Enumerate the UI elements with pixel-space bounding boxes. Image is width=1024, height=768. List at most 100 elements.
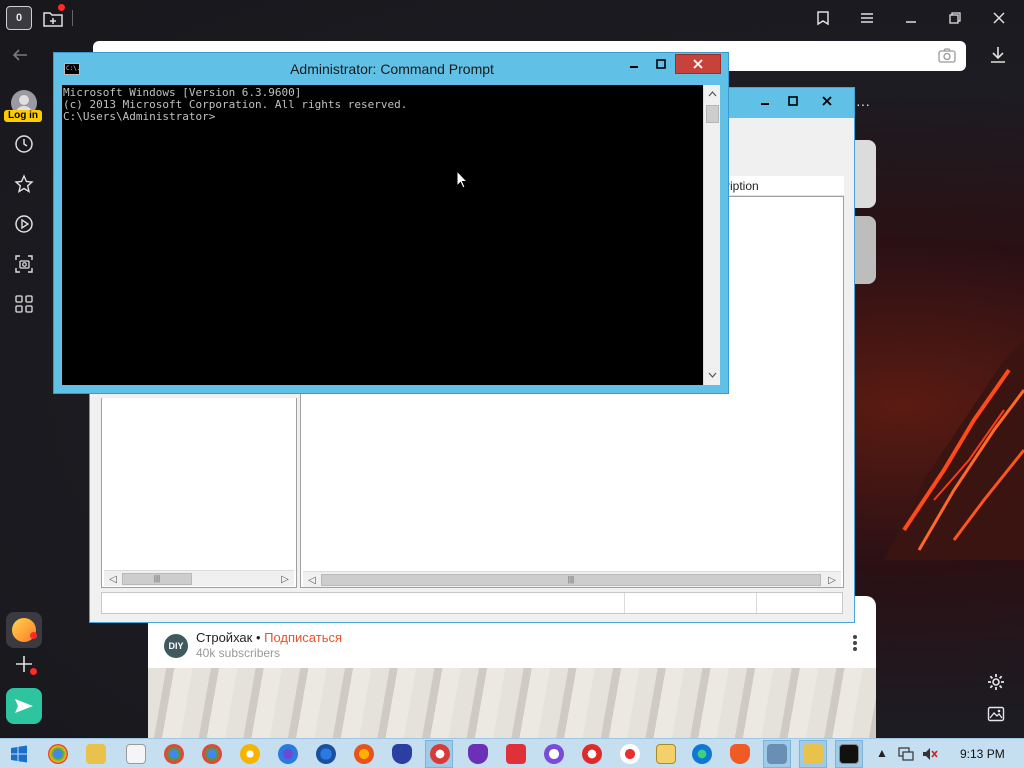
opera-gx-icon[interactable] (544, 744, 564, 764)
console-prompt[interactable]: C:\Users\Administrator> (63, 111, 702, 123)
close-browser-button[interactable] (984, 6, 1014, 30)
file-explorer-icon[interactable] (86, 744, 106, 764)
chrome-beta-icon[interactable] (164, 744, 184, 764)
history-button[interactable] (12, 132, 36, 156)
tor-browser-icon[interactable] (468, 744, 488, 764)
opera-icon[interactable] (582, 744, 602, 764)
chrome-icon[interactable] (48, 744, 68, 764)
window-close-button[interactable] (812, 92, 842, 110)
services-button[interactable] (12, 292, 36, 316)
column-header-description[interactable]: cription (720, 176, 844, 196)
browser-sidebar: Log in (0, 80, 48, 740)
firefox-nightly-icon[interactable] (278, 744, 298, 764)
brave-icon[interactable] (730, 744, 750, 764)
send-app-button[interactable] (6, 688, 42, 724)
volume-muted-icon[interactable] (922, 747, 938, 761)
command-prompt-window[interactable]: C:\. Administrator: Command Prompt Micro… (53, 52, 729, 394)
clock-time[interactable]: 9:13 PM (960, 747, 1005, 761)
hamburger-icon (861, 13, 873, 23)
browser-app-icon[interactable] (430, 744, 450, 764)
window-minimize-button[interactable] (750, 92, 780, 110)
send-icon (15, 699, 33, 713)
play-circle-icon (15, 215, 33, 233)
grid-icon (15, 295, 33, 313)
notepad-icon[interactable] (126, 744, 146, 764)
console-output[interactable]: Microsoft Windows [Version 6.3.9600] (c)… (62, 85, 703, 385)
tab-count: 0 (15, 12, 23, 24)
video-button[interactable] (12, 212, 36, 236)
status-divider (756, 593, 757, 613)
minimize-button[interactable] (896, 6, 926, 30)
status-divider (624, 593, 625, 613)
tree-hscrollbar[interactable]: ◁ ||| ▷ (104, 570, 294, 586)
restore-button[interactable] (940, 6, 970, 30)
login-button[interactable]: Log in (4, 110, 42, 122)
chrome-dev-icon[interactable] (202, 744, 222, 764)
scroll-up-arrow-icon[interactable] (705, 86, 720, 102)
channel-line: Стройхак • Подписаться (196, 630, 342, 645)
back-button[interactable] (12, 46, 28, 67)
scroll-left-arrow-icon[interactable]: ◁ (106, 572, 120, 586)
camera-icon (938, 48, 956, 63)
scroll-right-arrow-icon[interactable]: ▷ (825, 573, 839, 587)
vivaldi-icon[interactable] (506, 744, 526, 764)
clock-icon (15, 135, 33, 153)
video-thumbnail[interactable] (148, 668, 876, 738)
chrome-canary-icon[interactable] (240, 744, 260, 764)
zen-app-button[interactable] (6, 612, 42, 648)
console-vscrollbar[interactable] (703, 85, 720, 385)
tabs-home-button[interactable]: 0 (6, 6, 32, 30)
more-options-icon[interactable]: ··· (856, 96, 870, 112)
tray-overflow-icon[interactable]: ▲ (876, 746, 888, 760)
windows-start-icon[interactable] (10, 745, 28, 763)
bookmarks-panel-button[interactable] (808, 6, 838, 30)
card-menu-button[interactable] (852, 634, 858, 657)
scroll-down-arrow-icon[interactable] (705, 367, 720, 383)
scroll-left-arrow-icon[interactable]: ◁ (305, 573, 319, 587)
firefox-icon[interactable] (354, 744, 374, 764)
list-hscrollbar[interactable]: ◁ ||| ▷ (303, 571, 841, 587)
scroll-thumb[interactable] (706, 105, 719, 123)
zen-app-icon (12, 618, 37, 642)
scroll-right-arrow-icon[interactable]: ▷ (278, 572, 292, 586)
shield-browser-icon[interactable] (392, 744, 412, 764)
new-tab-button[interactable] (40, 4, 66, 30)
notification-dot (58, 4, 65, 11)
edge-icon[interactable] (692, 744, 712, 764)
minimize-icon (630, 66, 638, 68)
menu-button[interactable] (852, 6, 882, 30)
subscriber-count: 40k subscribers (196, 646, 281, 660)
sticky-folder-icon[interactable] (656, 744, 676, 764)
star-icon (14, 174, 34, 193)
browser-topbar: 0 (0, 0, 1024, 36)
window-maximize-button[interactable] (778, 92, 808, 110)
cmd-taskbar-icon[interactable] (839, 744, 859, 764)
volcano-wallpaper (844, 300, 1024, 560)
subscribe-link[interactable]: Подписаться (264, 630, 342, 645)
server-manager-icon[interactable] (767, 744, 787, 764)
settings-button[interactable] (984, 670, 1008, 694)
bookmarks-button[interactable] (12, 172, 36, 196)
add-notification-dot (30, 668, 37, 675)
scroll-thumb[interactable]: ||| (122, 573, 192, 585)
firefox-dev-icon[interactable] (316, 744, 336, 764)
explorer-window-icon[interactable] (803, 744, 823, 764)
scroll-thumb[interactable]: ||| (321, 574, 821, 586)
cmd-minimize-button[interactable] (621, 54, 647, 74)
wallpaper-button[interactable] (984, 702, 1008, 726)
gear-icon (988, 674, 1004, 690)
channel-name[interactable]: Стройхак (196, 630, 252, 645)
downloads-button[interactable] (990, 46, 1006, 69)
screenshot-button[interactable] (12, 252, 36, 276)
maximize-icon (788, 96, 798, 106)
cmd-maximize-button[interactable] (648, 54, 674, 74)
network-icon[interactable] (898, 747, 914, 761)
add-app-button[interactable] (12, 652, 37, 676)
tree-pane[interactable]: ◁ ||| ▷ (101, 398, 297, 588)
yandex-browser-icon[interactable] (620, 744, 640, 764)
minimize-icon (906, 21, 916, 23)
maximize-icon (656, 59, 666, 69)
avatar-head (19, 95, 29, 105)
image-search-button[interactable] (938, 47, 956, 65)
cmd-close-button[interactable] (675, 54, 721, 74)
